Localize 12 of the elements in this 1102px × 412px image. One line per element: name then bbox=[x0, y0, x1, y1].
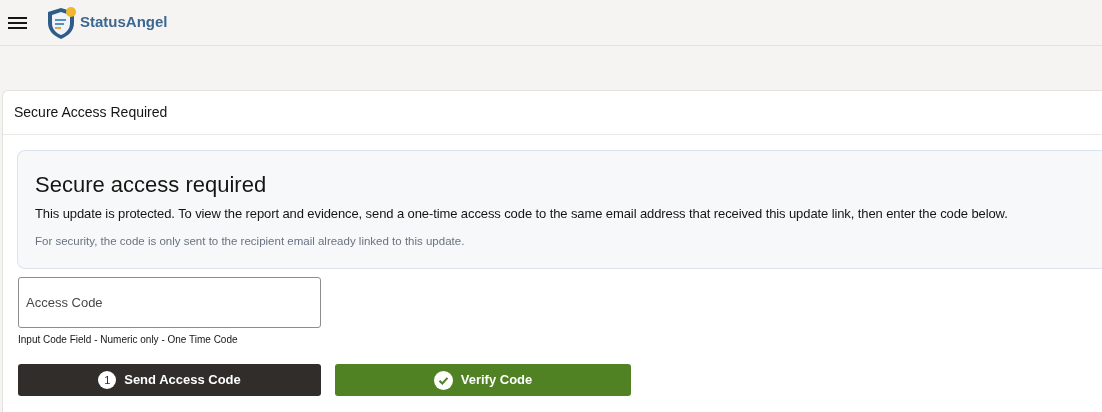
menu-icon[interactable] bbox=[8, 15, 27, 30]
card-title: Secure Access Required bbox=[14, 103, 168, 122]
logo-text: StatusAngel bbox=[80, 12, 168, 33]
verify-code-button[interactable]: Verify Code bbox=[335, 364, 631, 396]
notice-note: For security, the code is only sent to the recipient email already linked to this update. bbox=[35, 233, 466, 249]
helper-text: Input Code Field - Numeric only - One Time Code bbox=[18, 333, 239, 347]
send-code-button[interactable]: 1 Send Access Code bbox=[18, 364, 321, 396]
step-number: 1 bbox=[98, 371, 117, 389]
notice-heading: Secure access required bbox=[35, 171, 268, 199]
access-code-field[interactable]: Access Code bbox=[18, 277, 321, 328]
check-circle-icon bbox=[433, 370, 453, 390]
notice-body: This update is protected. To view the report and evidence, send a one-time access code to the same email address that received this update link, then enter the code below. bbox=[35, 205, 1009, 223]
